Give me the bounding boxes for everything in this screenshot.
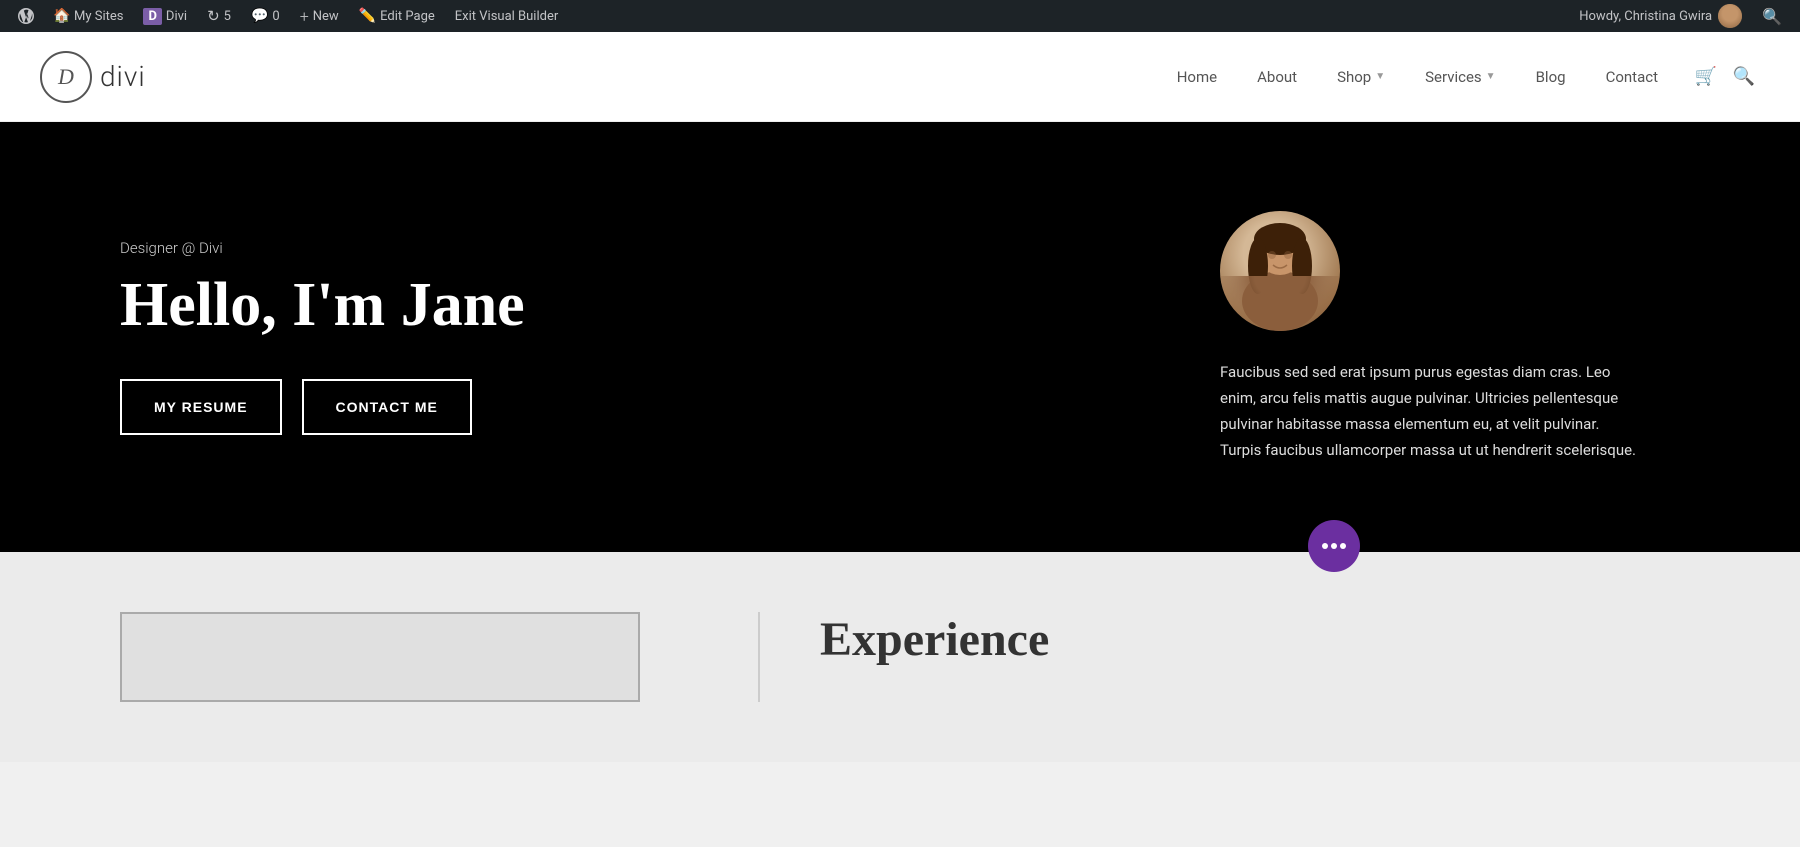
nav-home[interactable]: Home: [1159, 60, 1235, 94]
exit-builder-button[interactable]: Exit Visual Builder: [445, 0, 568, 32]
my-sites-button[interactable]: 🏠 My Sites: [44, 0, 133, 32]
updates-count: 5: [224, 9, 231, 24]
divi-dot-1: [1322, 543, 1328, 549]
hero-description: Faucibus sed sed erat ipsum purus egesta…: [1220, 359, 1640, 464]
hero-container: Designer @ Divi Hello, I'm Jane MY RESUM…: [0, 122, 1800, 552]
avatar: [1220, 211, 1340, 331]
main-nav: Home About Shop ▼ Services ▼ Blog Contac…: [1159, 60, 1760, 94]
divi-dots: [1322, 543, 1346, 549]
contact-button[interactable]: CONTACT ME: [302, 379, 472, 435]
comments-icon: 💬: [251, 8, 268, 24]
edit-page-label: Edit Page: [380, 9, 435, 24]
nav-about[interactable]: About: [1239, 60, 1315, 94]
hero-section: Designer @ Divi Hello, I'm Jane MY RESUM…: [0, 122, 1800, 552]
admin-bar: 🏠 My Sites D Divi ↻ 5 💬 0 + New ✏️ Edit …: [0, 0, 1800, 32]
hero-left: Designer @ Divi Hello, I'm Jane MY RESUM…: [120, 239, 1180, 435]
site-header: D divi Home About Shop ▼ Services ▼ Blog…: [0, 32, 1800, 122]
resume-button[interactable]: MY RESUME: [120, 379, 282, 435]
experience-right-panel: Experience: [760, 612, 1049, 667]
search-icon[interactable]: 🔍: [1728, 61, 1760, 93]
hero-right: Faucibus sed sed erat ipsum purus egesta…: [1180, 211, 1680, 464]
experience-title: Experience: [820, 612, 1049, 667]
logo-text: divi: [100, 60, 146, 93]
search-icon[interactable]: 🔍: [1752, 7, 1792, 26]
divi-builder-overlay[interactable]: [1308, 520, 1360, 572]
experience-left-panel: [120, 612, 760, 702]
exit-builder-label: Exit Visual Builder: [455, 9, 558, 24]
howdy-label: Howdy, Christina Gwira: [1569, 4, 1752, 28]
nav-shop[interactable]: Shop ▼: [1319, 60, 1403, 94]
sites-icon: 🏠: [54, 8, 70, 24]
edit-page-button[interactable]: ✏️ Edit Page: [349, 0, 445, 32]
cart-icon[interactable]: 🛒: [1690, 61, 1722, 93]
logo-circle: D: [40, 51, 92, 103]
avatar: [1718, 4, 1742, 28]
shop-dropdown-arrow: ▼: [1375, 71, 1385, 82]
nav-blog[interactable]: Blog: [1518, 60, 1584, 94]
hero-buttons: MY RESUME CONTACT ME: [120, 379, 1180, 435]
logo[interactable]: D divi: [40, 51, 146, 103]
updates-button[interactable]: ↻ 5: [197, 0, 241, 32]
divi-label: Divi: [166, 9, 187, 24]
nav-icons: 🛒 🔍: [1680, 61, 1760, 93]
nav-contact[interactable]: Contact: [1588, 60, 1676, 94]
divi-dot-2: [1331, 543, 1337, 549]
admin-bar-right: Howdy, Christina Gwira 🔍: [1569, 4, 1792, 28]
hero-title: Hello, I'm Jane: [120, 271, 1180, 339]
nav-services[interactable]: Services ▼: [1407, 60, 1513, 94]
services-dropdown-arrow: ▼: [1486, 71, 1496, 82]
hero-subtitle: Designer @ Divi: [120, 239, 1180, 257]
divi-dot-3: [1340, 543, 1346, 549]
experience-section: Experience: [0, 552, 1800, 762]
new-label: New: [313, 9, 339, 24]
divi-icon: D: [143, 8, 161, 25]
divi-button[interactable]: D Divi: [133, 0, 197, 32]
updates-icon: ↻: [207, 7, 220, 25]
comments-button[interactable]: 💬 0: [241, 0, 290, 32]
hero-avatar-wrap: [1220, 211, 1340, 331]
wp-logo-button[interactable]: [8, 0, 44, 32]
experience-card-placeholder: [120, 612, 640, 702]
my-sites-label: My Sites: [74, 9, 123, 24]
comments-count: 0: [272, 9, 279, 24]
edit-icon: ✏️: [359, 8, 376, 24]
new-icon: +: [300, 7, 309, 26]
new-button[interactable]: + New: [290, 0, 349, 32]
